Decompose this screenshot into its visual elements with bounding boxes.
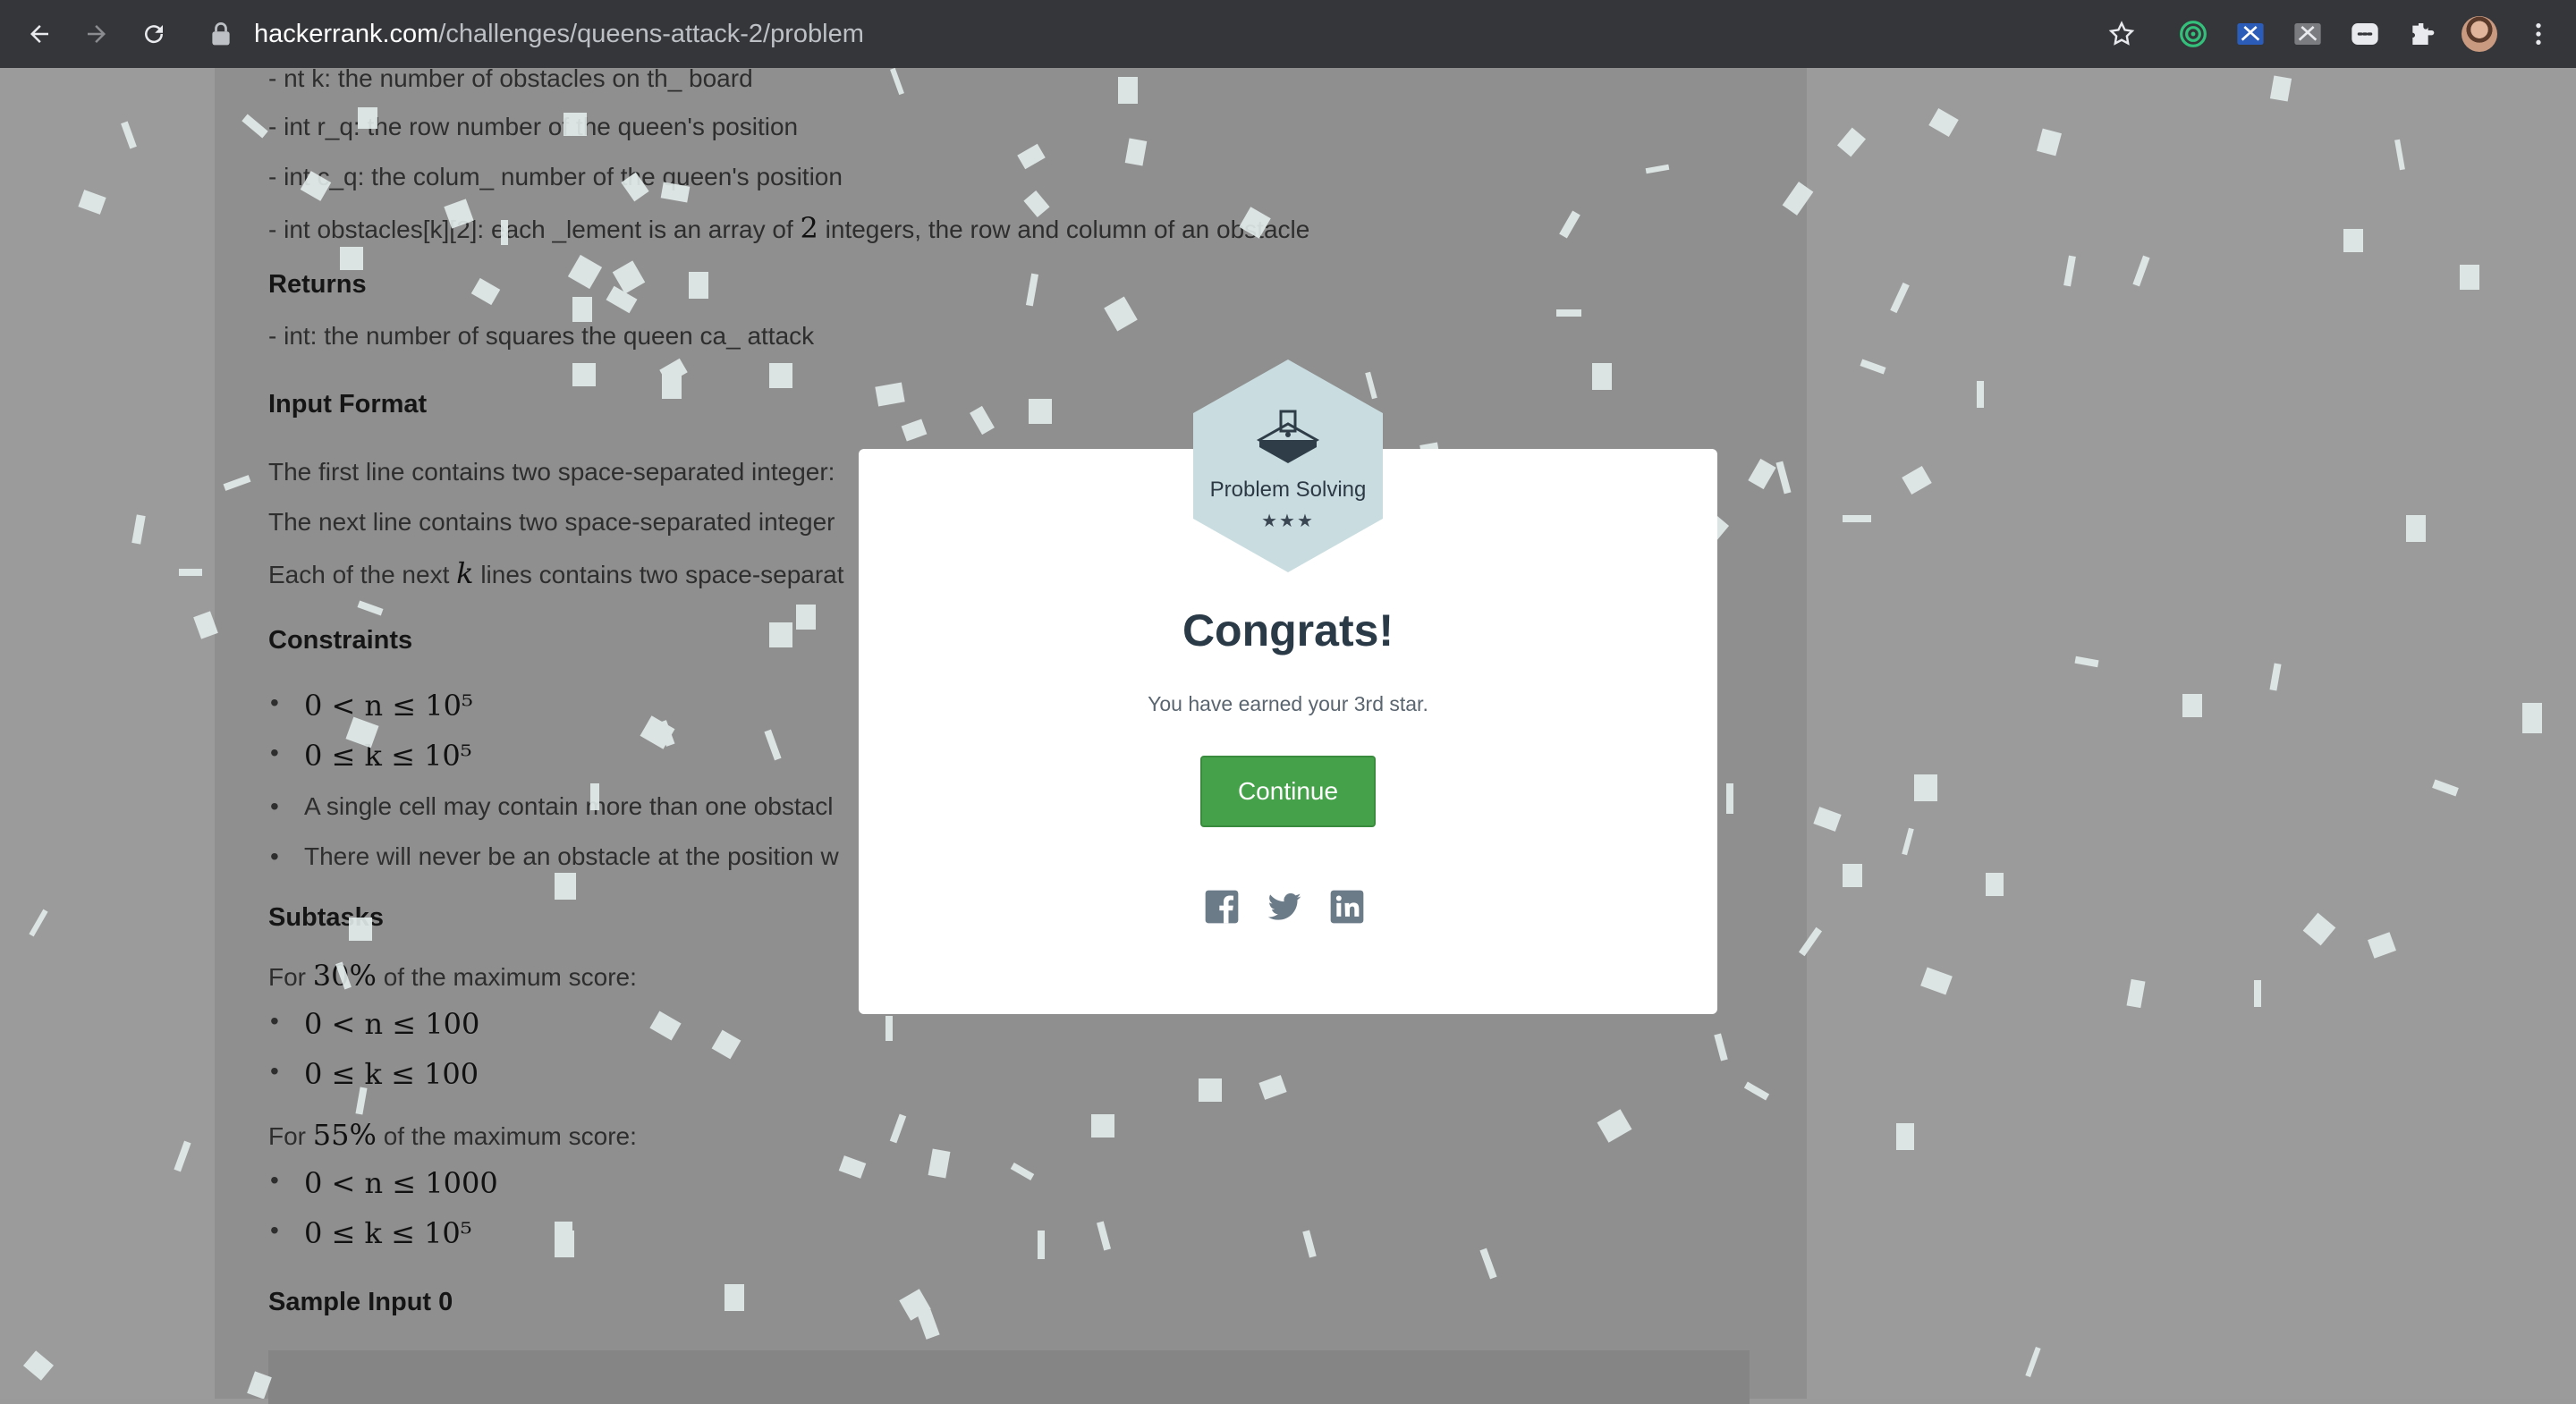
reload-icon[interactable] xyxy=(136,16,172,52)
param-rq: - int r_q: the row number of the queen's… xyxy=(268,113,799,140)
badge-title: Problem Solving xyxy=(1209,478,1367,502)
sample-input-box xyxy=(268,1350,1750,1404)
input-line-2: The next line contains two space-separat… xyxy=(268,508,835,536)
swords-extension-icon[interactable] xyxy=(2234,18,2267,50)
swords-extension-icon-2[interactable] xyxy=(2292,18,2324,50)
continue-button[interactable]: Continue xyxy=(1200,756,1376,827)
input-format-heading: Input Format xyxy=(268,390,428,419)
param-obstacles-prefix: - int obstacles[k][2]: each _lement is a… xyxy=(268,216,793,243)
input-line-3-prefix: Each of the next xyxy=(268,561,450,588)
subtask-2-line: For 55% of the maximum score: xyxy=(268,1118,637,1152)
constraints-heading: Constraints xyxy=(268,626,413,655)
returns-text: - int: the number of squares the queen c… xyxy=(268,322,815,350)
facebook-icon[interactable] xyxy=(1204,889,1240,925)
sample-input-heading: Sample Input 0 xyxy=(268,1288,453,1316)
back-icon[interactable] xyxy=(21,16,57,52)
url-path: /challenges/queens-attack-2/problem xyxy=(438,20,864,48)
twitter-icon[interactable] xyxy=(1267,889,1302,925)
param-obstacles: - int obstacles[k][2]: each _lement is a… xyxy=(268,211,1309,245)
returns-heading: Returns xyxy=(268,270,367,299)
congrats-heading: Congrats! xyxy=(1182,605,1394,655)
star-bookmark-icon[interactable] xyxy=(2106,18,2138,50)
browser-toolbar: hackerrank.com/challenges/queens-attack-… xyxy=(0,0,2576,68)
forward-icon[interactable] xyxy=(79,16,114,52)
problem-solving-badge xyxy=(1193,359,1383,572)
input-line-3-var: k xyxy=(456,556,474,590)
address-bar[interactable]: hackerrank.com/challenges/queens-attack-… xyxy=(254,16,864,52)
param-cq: - int c_q: the colum_ number of the quee… xyxy=(268,163,843,190)
input-line-3: Each of the next k lines contains two sp… xyxy=(268,556,844,590)
profile-avatar[interactable] xyxy=(2462,16,2497,52)
param-obstacles-num: 2 xyxy=(800,211,818,245)
param-obstacles-suffix: integers, the row and column of an obsta… xyxy=(825,216,1310,243)
param-k: - nt k: the number of obstacles on th_ b… xyxy=(268,64,753,92)
target-extension-icon[interactable] xyxy=(2177,18,2209,50)
badge-stars: ★★★ xyxy=(1261,512,1315,531)
extension-icon[interactable] xyxy=(2406,18,2438,50)
input-line-1: The first line contains two space-separa… xyxy=(268,458,835,486)
subtask-1-line: For 30% of the maximum score: xyxy=(268,959,637,993)
subtasks-heading: Subtasks xyxy=(268,903,384,932)
congrats-message: You have earned your 3rd star. xyxy=(1148,692,1428,715)
lock-icon[interactable] xyxy=(211,21,231,47)
linkedin-icon[interactable] xyxy=(1329,889,1365,925)
input-line-3-suffix: lines contains two space-separat xyxy=(480,561,844,588)
url-host: hackerrank.com xyxy=(254,20,439,48)
more-menu-icon[interactable] xyxy=(2522,18,2555,50)
chat-extension-icon[interactable] xyxy=(2349,18,2381,50)
